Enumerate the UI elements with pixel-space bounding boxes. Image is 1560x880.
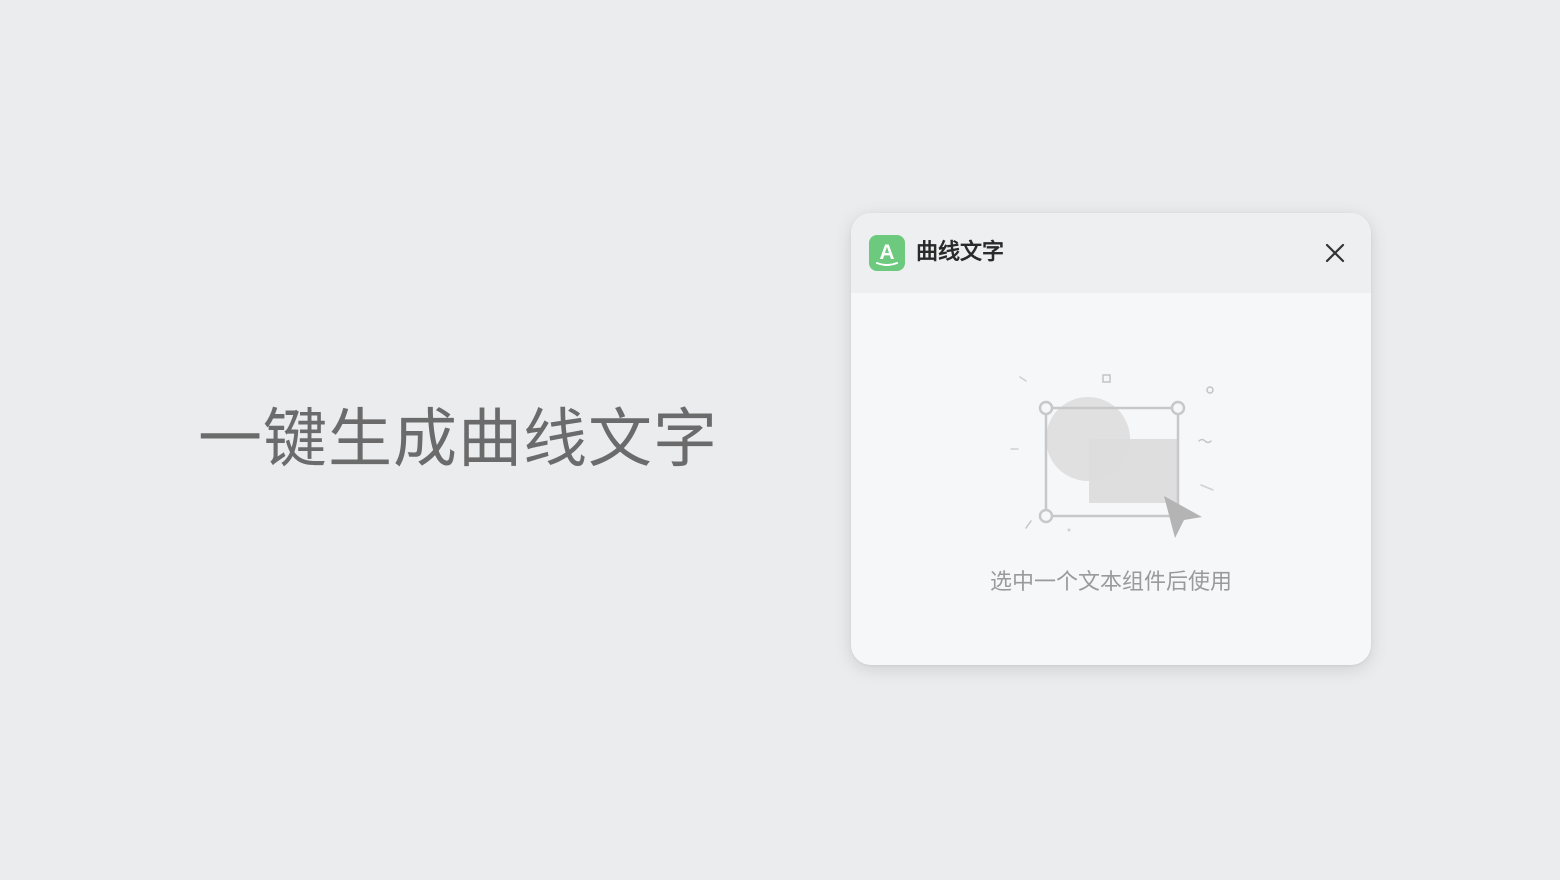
close-icon xyxy=(1325,243,1345,263)
panel-title: 曲线文字 xyxy=(916,240,1005,265)
panel-header: A 曲线文字 xyxy=(851,213,1371,293)
empty-state-hint: 选中一个文本组件后使用 xyxy=(989,570,1232,595)
svg-text:A: A xyxy=(879,241,894,264)
curved-text-app-icon: A xyxy=(869,235,905,271)
select-text-illustration xyxy=(1006,368,1216,538)
page-headline: 一键生成曲线文字 xyxy=(198,403,718,477)
close-button[interactable] xyxy=(1319,237,1351,269)
curved-text-panel: A 曲线文字 选中一个文本组件后使用 xyxy=(851,213,1371,665)
